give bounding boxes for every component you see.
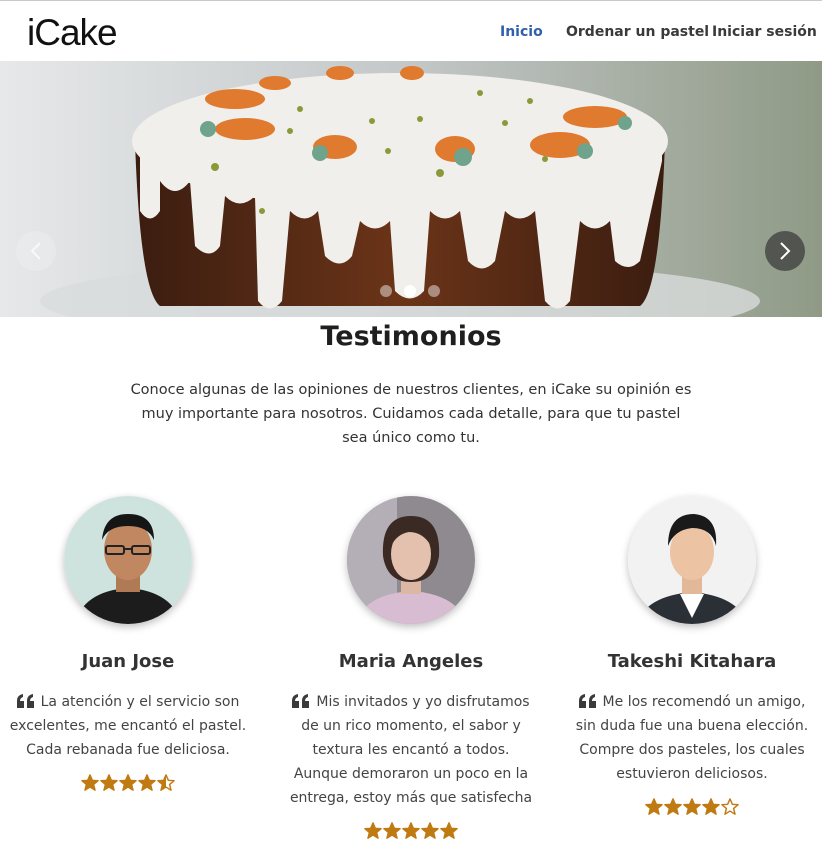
star-rating xyxy=(0,774,268,792)
star-filled-icon xyxy=(383,822,401,839)
testimonial-quote-text: La atención y el servicio son excelentes… xyxy=(9,694,247,758)
testimonial-quote-text: Me los recomendó un amigo, sin duda fue … xyxy=(575,694,809,782)
carousel-prev-button[interactable] xyxy=(16,231,56,271)
testimonial-card: Maria Angeles Mis invitados y yo disfrut… xyxy=(271,496,551,840)
brand-logo[interactable]: iCake xyxy=(27,11,118,55)
testimonial-quote: Me los recomendó un amigo, sin duda fue … xyxy=(567,690,817,786)
nav-link-iniciar-sesion[interactable]: Iniciar sesión xyxy=(712,23,817,41)
testimonial-name: Maria Angeles xyxy=(338,651,484,672)
star-empty-icon xyxy=(721,798,739,815)
avatar xyxy=(64,496,192,624)
carousel-next-button[interactable] xyxy=(765,231,805,271)
quote-icon xyxy=(578,694,596,708)
testimonial-quote: La atención y el servicio son excelentes… xyxy=(3,690,253,762)
star-filled-icon xyxy=(119,774,137,791)
quote-icon xyxy=(292,694,310,708)
carousel-indicator-2[interactable] xyxy=(404,285,416,297)
section-title: Testimonios xyxy=(320,321,502,352)
testimonial-quote-text: Mis invitados y yo disfrutamos de un ric… xyxy=(289,694,533,806)
nav-link-ordenar-pastel[interactable]: Ordenar un pastel xyxy=(566,23,709,41)
chevron-left-icon xyxy=(30,242,41,260)
star-filled-icon xyxy=(421,822,439,839)
star-filled-icon xyxy=(100,774,118,791)
avatar xyxy=(628,496,756,624)
testimonial-name: Juan Jose xyxy=(81,651,175,672)
star-filled-icon xyxy=(81,774,99,791)
star-rating xyxy=(271,822,551,840)
carousel-indicators xyxy=(380,285,440,297)
star-rating xyxy=(552,798,822,816)
star-filled-icon xyxy=(440,822,458,839)
testimonial-name: Takeshi Kitahara xyxy=(607,651,777,672)
testimonial-card: Takeshi Kitahara Me los recomendó un ami… xyxy=(552,496,822,816)
star-filled-icon xyxy=(664,798,682,815)
carousel-slide-image xyxy=(0,61,822,317)
carousel-indicator-1[interactable] xyxy=(380,285,392,297)
star-filled-icon xyxy=(702,798,720,815)
star-half-icon xyxy=(157,774,175,791)
star-filled-icon xyxy=(364,822,382,839)
hero-carousel xyxy=(0,61,822,317)
quote-icon xyxy=(16,694,34,708)
star-filled-icon xyxy=(683,798,701,815)
avatar xyxy=(347,496,475,624)
star-filled-icon xyxy=(138,774,156,791)
nav-link-inicio[interactable]: Inicio xyxy=(500,23,543,41)
star-filled-icon xyxy=(645,798,663,815)
section-intro: Conoce algunas de las opiniones de nuest… xyxy=(130,382,692,446)
star-filled-icon xyxy=(402,822,420,839)
testimonial-card: Juan Jose La atención y el servicio son … xyxy=(0,496,268,792)
chevron-right-icon xyxy=(780,242,791,260)
carousel-indicator-3[interactable] xyxy=(428,285,440,297)
testimonial-quote: Mis invitados y yo disfrutamos de un ric… xyxy=(286,690,536,810)
navbar: iCake Inicio Ordenar un pastel Iniciar s… xyxy=(0,0,822,62)
